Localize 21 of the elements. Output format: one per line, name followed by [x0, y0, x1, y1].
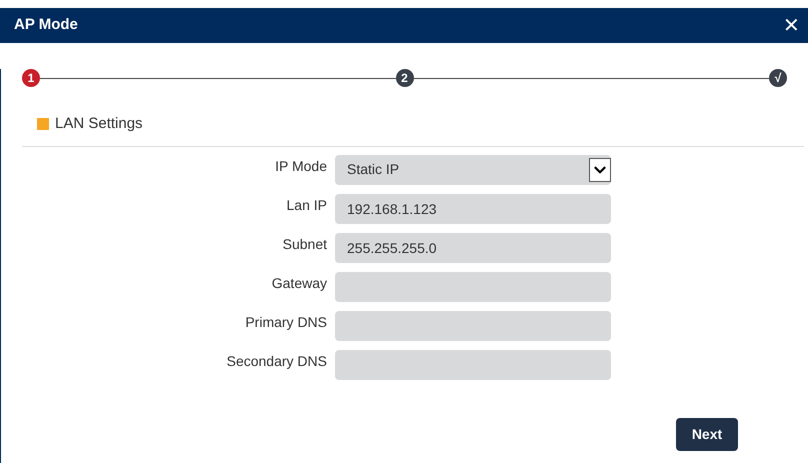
input-field[interactable]: 255.255.255.0	[335, 232, 611, 262]
section-marker-icon	[37, 118, 49, 130]
field-label: Lan IP	[286, 196, 328, 214]
field-label: IP Mode	[274, 156, 328, 176]
field-label: Primary DNS	[244, 312, 328, 332]
field-label: Secondary DNS	[226, 352, 328, 371]
field-label: Gateway	[270, 274, 328, 293]
step-marker: 2	[396, 69, 414, 87]
input-field[interactable]	[335, 272, 611, 302]
next-button[interactable]: Next	[676, 418, 738, 450]
section-title: LAN Settings	[55, 114, 143, 134]
input-field[interactable]	[335, 310, 611, 340]
step-marker: √	[769, 69, 787, 87]
step-marker: 1	[22, 69, 40, 87]
window-title: AP Mode	[14, 15, 78, 36]
field-label: Subnet	[282, 234, 328, 254]
input-field[interactable]	[335, 350, 611, 380]
close-button[interactable]: ✕	[783, 16, 800, 36]
input-field[interactable]: 192.168.1.123	[335, 194, 611, 224]
ip-mode-select[interactable]: Static IP	[335, 154, 611, 184]
dropdown-icon	[589, 158, 611, 182]
